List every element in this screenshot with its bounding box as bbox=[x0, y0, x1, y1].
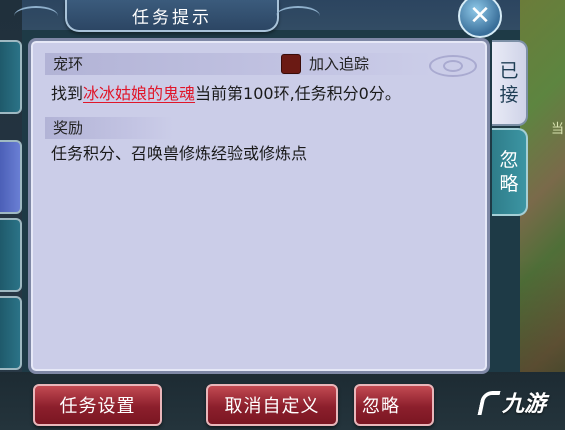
tab-ignored-char-2: 略 bbox=[499, 173, 519, 195]
left-menu-strip bbox=[0, 0, 22, 430]
tab-ignored[interactable]: 忽 略 bbox=[492, 128, 528, 216]
cancel-custom-button[interactable]: 取消自定义 bbox=[206, 384, 338, 426]
left-menu-tab[interactable] bbox=[0, 40, 22, 114]
watermark-text: 九游 bbox=[502, 392, 547, 417]
left-menu-tab[interactable] bbox=[0, 296, 22, 370]
ignore-button[interactable]: 忽略 bbox=[354, 384, 434, 426]
close-button[interactable]: ✕ bbox=[458, 0, 502, 38]
left-menu-tab-active[interactable] bbox=[0, 140, 22, 214]
title-ornament-right bbox=[276, 6, 320, 26]
cloud-ornament bbox=[429, 55, 477, 77]
left-menu-tab[interactable] bbox=[0, 218, 22, 292]
tab-accepted[interactable]: 已 接 bbox=[492, 40, 528, 126]
tab-accepted-char-1: 已 bbox=[499, 60, 519, 82]
close-icon: ✕ bbox=[469, 1, 491, 31]
track-checkbox[interactable] bbox=[281, 54, 301, 74]
quest-target-link[interactable]: 冰冰姑娘的鬼魂 bbox=[83, 84, 195, 103]
description-suffix: 当前第100环,任务积分0分。 bbox=[195, 84, 401, 103]
tab-accepted-char-2: 接 bbox=[499, 84, 519, 106]
watermark-logo-icon bbox=[478, 389, 498, 415]
window-title: 任务提示 bbox=[65, 0, 279, 32]
track-label[interactable]: 加入追踪 bbox=[309, 53, 369, 75]
quest-settings-button[interactable]: 任务设置 bbox=[33, 384, 162, 426]
reward-text: 任务积分、召唤兽修炼经验或修炼点 bbox=[51, 144, 308, 163]
quest-panel: 宠环 加入追踪 找到冰冰姑娘的鬼魂当前第100环,任务积分0分。 奖励 任务积分… bbox=[28, 38, 490, 374]
quest-section-header: 宠环 bbox=[45, 53, 433, 75]
background-text: 当 bbox=[551, 122, 565, 137]
description-prefix: 找到 bbox=[51, 84, 84, 103]
tab-ignored-char-1: 忽 bbox=[499, 149, 519, 171]
quest-description: 找到冰冰姑娘的鬼魂当前第100环,任务积分0分。 bbox=[51, 83, 401, 105]
reward-section-header: 奖励 bbox=[45, 117, 173, 139]
title-ornament-left bbox=[14, 6, 58, 26]
watermark: 九游 bbox=[478, 386, 546, 418]
